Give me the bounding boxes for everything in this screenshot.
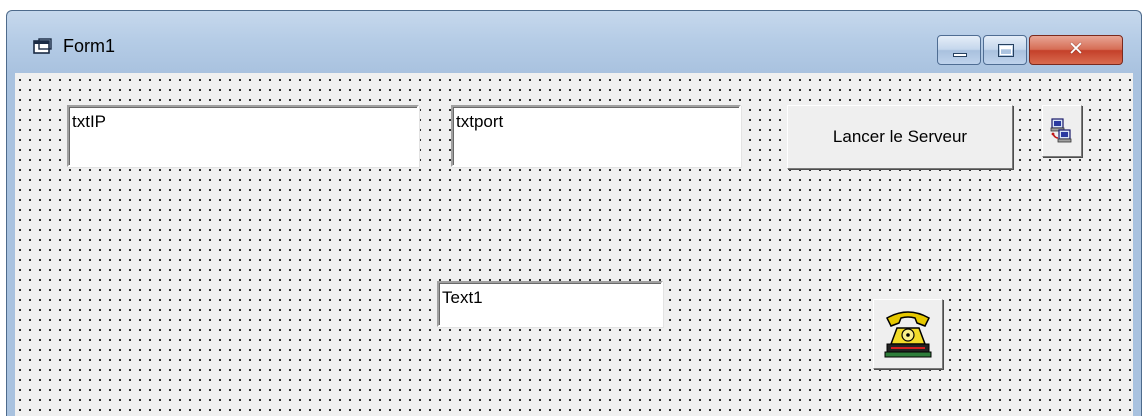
form1-window: Form1 ✕ txtIP txtport Lancer le Serveur xyxy=(6,10,1142,416)
title-bar[interactable]: Form1 ✕ xyxy=(7,11,1141,73)
window-title: Form1 xyxy=(63,36,116,56)
form-client-area: txtIP txtport Lancer le Serveur Text1 xyxy=(15,73,1133,416)
network-button[interactable] xyxy=(1042,105,1082,157)
minimize-icon xyxy=(953,53,967,57)
maximize-icon xyxy=(998,44,1014,57)
txtip-textbox[interactable]: txtIP xyxy=(67,105,419,167)
phone-button[interactable] xyxy=(873,299,943,369)
minimize-button[interactable] xyxy=(937,35,981,65)
maximize-button[interactable] xyxy=(983,35,1027,65)
close-button[interactable]: ✕ xyxy=(1029,35,1123,65)
close-icon: ✕ xyxy=(1068,38,1084,60)
txtport-textbox[interactable]: txtport xyxy=(451,105,741,167)
text1-textbox[interactable]: Text1 xyxy=(437,281,663,327)
launch-server-button[interactable]: Lancer le Serveur xyxy=(787,105,1013,169)
form-icon xyxy=(33,38,53,56)
